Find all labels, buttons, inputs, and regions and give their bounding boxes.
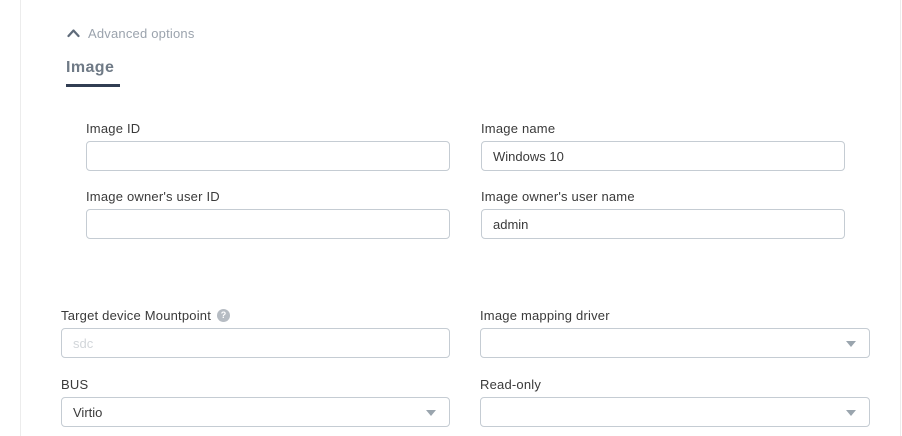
image-name-label: Image name xyxy=(481,121,845,136)
image-name-input[interactable] xyxy=(481,141,845,171)
help-icon[interactable]: ? xyxy=(217,309,230,322)
image-mapping-driver-select[interactable] xyxy=(480,328,870,358)
image-id-field: Image ID xyxy=(86,121,450,171)
image-mapping-driver-label: Image mapping driver xyxy=(480,308,870,323)
image-owner-user-name-field: Image owner's user name xyxy=(481,189,845,239)
tab-active-underline xyxy=(66,84,120,87)
image-owner-user-id-field: Image owner's user ID xyxy=(86,189,450,239)
read-only-label: Read-only xyxy=(480,377,870,392)
image-id-input[interactable] xyxy=(86,141,450,171)
bus-field: BUS Virtio xyxy=(61,377,450,427)
dropdown-arrow-icon xyxy=(426,410,436,416)
read-only-field: Read-only xyxy=(480,377,870,427)
target-device-mountpoint-field: Target device Mountpoint ? xyxy=(61,308,450,358)
target-device-mountpoint-label: Target device Mountpoint ? xyxy=(61,308,450,323)
advanced-options-label: Advanced options xyxy=(88,26,195,41)
image-owner-user-name-input[interactable] xyxy=(481,209,845,239)
image-owner-user-id-label: Image owner's user ID xyxy=(86,189,450,204)
image-mapping-driver-field: Image mapping driver xyxy=(480,308,870,358)
tab-image[interactable]: Image xyxy=(66,59,120,87)
read-only-select[interactable] xyxy=(480,397,870,427)
right-divider xyxy=(900,0,901,436)
left-divider xyxy=(20,0,21,436)
image-name-field: Image name xyxy=(481,121,845,171)
image-owner-user-name-label: Image owner's user name xyxy=(481,189,845,204)
dropdown-arrow-icon xyxy=(846,341,856,347)
tab-image-label: Image xyxy=(66,59,114,83)
bus-label: BUS xyxy=(61,377,450,392)
image-id-label: Image ID xyxy=(86,121,450,136)
chevron-up-icon xyxy=(67,29,80,38)
advanced-options-toggle[interactable]: Advanced options xyxy=(67,26,195,41)
advanced-options-panel: Advanced options Image Image ID Image na… xyxy=(0,0,902,436)
bus-value: Virtio xyxy=(73,405,102,420)
target-device-mountpoint-input[interactable] xyxy=(61,328,450,358)
image-owner-user-id-input[interactable] xyxy=(86,209,450,239)
dropdown-arrow-icon xyxy=(846,410,856,416)
bus-select[interactable]: Virtio xyxy=(61,397,450,427)
target-device-mountpoint-label-text: Target device Mountpoint xyxy=(61,308,211,323)
